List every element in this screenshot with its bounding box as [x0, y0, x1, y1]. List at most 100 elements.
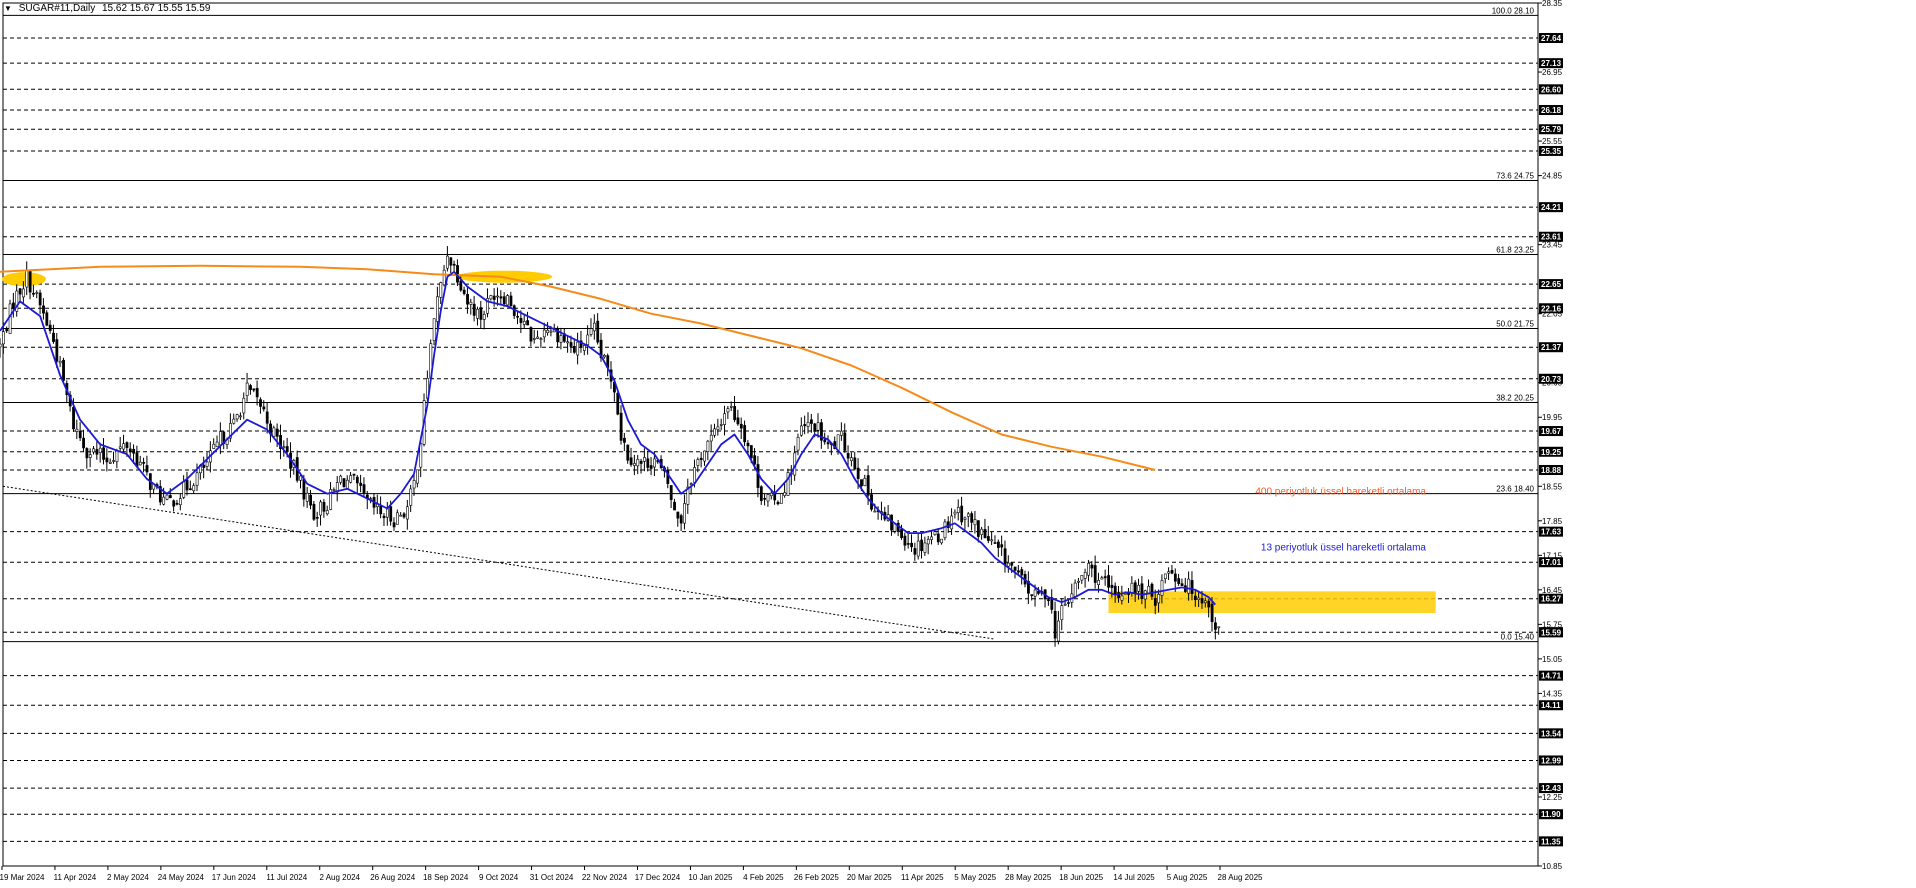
- candle-body: [800, 425, 803, 436]
- candle-body: [1017, 570, 1020, 573]
- candle-body: [1153, 598, 1157, 606]
- candle-body: [315, 517, 319, 519]
- candle-body: [566, 341, 570, 344]
- candle-body: [0, 343, 2, 348]
- candle-body: [1147, 585, 1151, 594]
- candle-body: [850, 457, 853, 462]
- time-axis-label: 5 Aug 2025: [1167, 873, 1208, 882]
- candle-body: [966, 513, 970, 517]
- candle-body: [956, 507, 960, 513]
- candle-body: [1113, 585, 1117, 595]
- candle-body: [593, 322, 596, 332]
- price-chart[interactable]: 100.0 28.10 73.6 24.75 61.8 23.25 50.0 21.7…: [0, 0, 1916, 888]
- candle-body: [516, 315, 520, 318]
- candle-body: [1163, 573, 1167, 580]
- candle-body: [319, 501, 323, 516]
- candle-body: [1003, 548, 1007, 566]
- time-axis-label: 26 Feb 2025: [794, 873, 839, 882]
- candle-body: [138, 461, 142, 466]
- candle-body: [492, 295, 496, 300]
- candle-body: [219, 431, 222, 446]
- candle-body: [779, 493, 783, 504]
- fib-level-label: 61.8 23.25: [1496, 246, 1534, 255]
- candle-body: [873, 510, 877, 513]
- price-level-tag-label: 19.25: [1541, 448, 1562, 457]
- ema13-line[interactable]: [0, 270, 1216, 606]
- candle-body: [696, 459, 700, 466]
- candle-body: [1057, 620, 1060, 642]
- ema400-line[interactable]: [0, 264, 1156, 471]
- candle-body: [112, 460, 116, 462]
- candle-body: [312, 503, 316, 520]
- candle-body: [2, 331, 5, 345]
- price-axis-tick-label: 10.85: [1542, 862, 1563, 871]
- candle-body: [736, 417, 740, 425]
- candle-body: [249, 385, 252, 390]
- candle-body: [98, 447, 102, 453]
- candle-body: [916, 540, 920, 557]
- candle-body: [549, 330, 553, 333]
- candle-body: [1007, 562, 1010, 567]
- candle-body: [449, 257, 453, 266]
- time-axis-label: 19 Mar 2024: [0, 873, 45, 882]
- price-level-tag-label: 17.01: [1541, 558, 1562, 567]
- candle-body: [189, 488, 192, 491]
- candle-body: [25, 270, 29, 288]
- candle-body: [976, 520, 980, 537]
- candle-body: [923, 542, 927, 553]
- candle-body: [1197, 597, 1201, 600]
- candle-body: [379, 505, 383, 515]
- candle-body: [412, 480, 416, 489]
- candle-body: [1060, 605, 1064, 621]
- candle-body: [1150, 583, 1154, 597]
- candle-body: [1140, 583, 1144, 599]
- candle-body: [58, 360, 62, 364]
- candle-body: [1170, 570, 1174, 574]
- candle-body: [569, 342, 573, 347]
- candle-body: [706, 440, 710, 452]
- candle-body: [396, 512, 399, 525]
- time-axis-label: 28 May 2025: [1005, 873, 1052, 882]
- candle-body: [212, 443, 216, 449]
- candle-body: [489, 295, 493, 300]
- candle-body: [639, 460, 643, 464]
- candle-body: [122, 443, 126, 450]
- candle-body: [62, 359, 65, 381]
- candle-body: [1053, 610, 1057, 639]
- candle-body: [933, 531, 937, 535]
- candle-body: [1020, 569, 1024, 576]
- candle-body: [386, 508, 389, 518]
- candle-body: [232, 418, 236, 424]
- candle-body: [629, 457, 633, 465]
- candle-body: [165, 494, 169, 500]
- price-axis-tick-label: 12.25: [1542, 793, 1563, 802]
- time-axis-label: 4 Feb 2025: [743, 873, 784, 882]
- current-price-label: 15.59: [1541, 628, 1562, 637]
- price-level-tag-label: 24.21: [1541, 203, 1562, 212]
- price-level-tag-label: 14.11: [1541, 701, 1561, 710]
- candle-body: [32, 292, 35, 295]
- time-axis-label: 17 Dec 2024: [635, 873, 681, 882]
- candle-body: [810, 419, 813, 424]
- candle-body: [806, 421, 810, 427]
- time-axis-label: 11 Apr 2024: [54, 873, 97, 882]
- price-level-tag-label: 19.67: [1541, 427, 1562, 436]
- candle-body: [679, 515, 683, 524]
- candle-body: [856, 467, 860, 479]
- candle-body: [469, 301, 473, 305]
- ema400-annotation: 400 periyotluk üssel hareketli ortalama: [1255, 487, 1426, 498]
- candle-body: [1173, 573, 1177, 582]
- candle-body: [8, 303, 12, 334]
- candle-body: [1087, 563, 1090, 576]
- candle-body: [259, 399, 262, 407]
- time-axis-label: 11 Jul 2024: [266, 873, 307, 882]
- candle-body: [476, 308, 479, 319]
- candle-body: [95, 449, 99, 455]
- price-axis-tick-label: 26.95: [1542, 68, 1563, 77]
- candle-body: [406, 506, 409, 520]
- candle-body: [48, 324, 52, 331]
- candle-body: [733, 406, 737, 421]
- candle-body: [699, 457, 703, 460]
- candle-body: [589, 328, 593, 335]
- candle-body: [559, 335, 563, 343]
